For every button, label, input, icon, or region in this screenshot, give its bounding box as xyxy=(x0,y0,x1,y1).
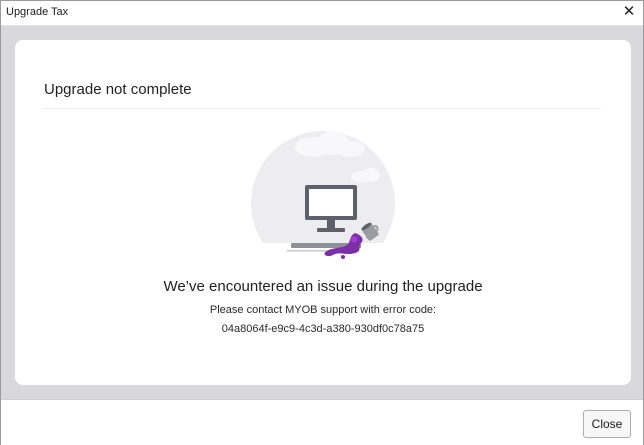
divider xyxy=(44,108,601,109)
message-card: Upgrade not complete We’ve encountered a… xyxy=(15,40,631,385)
content-area: Upgrade not complete We’ve encountered a… xyxy=(1,26,643,399)
footer-bar: Close xyxy=(1,399,643,445)
dialog-window: Upgrade Tax ✕ Upgrade not complete We’ve… xyxy=(0,0,644,445)
monitor-spilled-paint-icon xyxy=(251,131,395,259)
card-title: Upgrade not complete xyxy=(44,81,192,98)
error-code: 04a8064f-e9c9-4c3d-a380-930df0c78a75 xyxy=(221,323,425,335)
close-icon[interactable]: ✕ xyxy=(621,4,637,20)
error-headline: We’ve encountered an issue during the up… xyxy=(163,278,483,295)
support-message: Please contact MYOB support with error c… xyxy=(209,304,437,316)
close-button[interactable]: Close xyxy=(583,410,631,438)
window-title: Upgrade Tax xyxy=(6,6,69,18)
title-bar: Upgrade Tax ✕ xyxy=(1,1,643,26)
